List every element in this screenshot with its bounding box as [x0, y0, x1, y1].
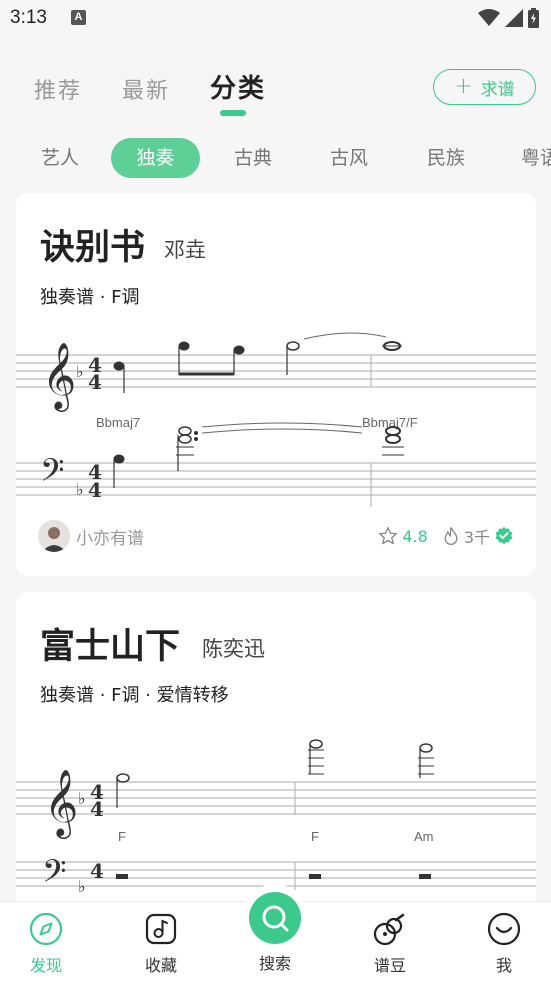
nav-label: 搜索	[258, 954, 291, 973]
chip-cantonese[interactable]: 粤语	[497, 138, 551, 178]
flat-icon: ♭	[78, 877, 86, 896]
time-signature: 4	[88, 370, 102, 394]
tie	[303, 332, 387, 340]
nav-score-beans[interactable]: 谱豆	[355, 912, 425, 976]
uploader-name[interactable]: 小亦有谱	[76, 524, 144, 549]
song-title: 诀别书	[40, 228, 146, 268]
status-time: 3:13	[10, 7, 47, 28]
song-title: 富士山下	[40, 627, 181, 667]
rating-value: 4.8	[402, 526, 428, 546]
chord-label: F	[118, 829, 126, 844]
verified-icon	[495, 526, 513, 545]
category-chips: 艺人 独奏 古典 古风 民族 粤语	[15, 138, 551, 178]
flat-icon: ♭	[78, 789, 86, 808]
tab-recommended[interactable]: 推荐	[34, 73, 82, 105]
tab-categories[interactable]: 分类	[210, 68, 266, 116]
card-stats: 4.8 3千	[378, 524, 514, 548]
search-icon	[262, 905, 289, 932]
chord-label: Am	[414, 829, 434, 844]
tie	[201, 422, 363, 428]
score-meta: 独奏谱 · F调	[40, 287, 140, 308]
status-icons	[478, 8, 539, 28]
star-icon[interactable]	[378, 526, 398, 546]
nav-me[interactable]: 我	[469, 912, 539, 976]
bass-clef-icon: 𝄢	[40, 452, 64, 496]
score-card[interactable]: 诀别书 邓垚 独奏谱 · F调 𝄞 ♭ 4 4 Bbmaj7 Bbmaj7/F	[16, 193, 536, 576]
score-preview: 𝄞 ♭ 4 4 Bbmaj7 Bbmaj7/F 𝄢 ♭ 4 4	[16, 332, 536, 507]
bass-clef-icon: 𝄢	[42, 853, 66, 897]
time-signature: 4	[90, 797, 104, 821]
request-score-label: 求谱	[480, 79, 515, 100]
wifi-icon	[478, 9, 500, 26]
chip-folk[interactable]: 民族	[401, 138, 491, 178]
nav-label: 我	[495, 956, 512, 975]
nav-favorites[interactable]: 收藏	[126, 912, 196, 976]
tab-latest[interactable]: 最新	[122, 73, 170, 105]
smile-icon	[487, 912, 521, 946]
song-artist: 陈奕迅	[202, 637, 265, 661]
battery-icon	[528, 8, 539, 28]
score-card[interactable]: 富士山下 陈奕迅 独奏谱 · F调 · 爱情转移 𝄞 ♭ 4 4 F F Am	[16, 592, 536, 912]
request-score-button[interactable]: + 求谱	[433, 69, 536, 105]
chip-artist[interactable]: 艺人	[15, 138, 105, 178]
chord-label: F	[311, 829, 319, 844]
guitar-icon	[373, 913, 405, 946]
nav-label: 收藏	[144, 956, 177, 975]
compass-icon	[29, 912, 63, 946]
play-count: 3千	[463, 528, 490, 547]
chip-ancient-style[interactable]: 古风	[304, 138, 394, 178]
chord-label: Bbmaj7	[96, 415, 140, 430]
treble-clef-icon: 𝄞	[42, 341, 76, 412]
treble-clef-icon: 𝄞	[44, 768, 78, 839]
treble-notes	[113, 341, 402, 393]
card-footer: 小亦有谱 4.8 3千	[38, 520, 514, 552]
avatar-image	[38, 520, 70, 552]
nav-discover[interactable]: 发现	[11, 912, 81, 976]
time-signature: 4	[88, 478, 102, 502]
nav-label: 发现	[29, 956, 62, 975]
search-fab-inner	[249, 892, 301, 944]
plus-icon: +	[454, 74, 473, 99]
flat-icon: ♭	[76, 362, 84, 381]
search-fab[interactable]	[241, 884, 309, 952]
avatar[interactable]	[38, 520, 70, 552]
signal-icon	[505, 9, 523, 27]
top-tabs: 推荐 最新 分类	[34, 68, 266, 116]
chip-solo[interactable]: 独奏	[111, 138, 200, 178]
score-meta: 独奏谱 · F调 · 爱情转移	[40, 685, 229, 706]
nav-label: 谱豆	[373, 956, 406, 975]
tie	[201, 428, 363, 434]
fire-icon	[444, 527, 458, 545]
song-artist: 邓垚	[164, 238, 206, 262]
music-note-icon	[145, 913, 177, 945]
time-signature: 4	[90, 859, 104, 883]
notification-icon: A	[71, 10, 86, 25]
chip-classical[interactable]: 古典	[208, 138, 298, 178]
flat-icon: ♭	[76, 480, 84, 499]
status-bar: 3:13 A	[0, 0, 551, 40]
